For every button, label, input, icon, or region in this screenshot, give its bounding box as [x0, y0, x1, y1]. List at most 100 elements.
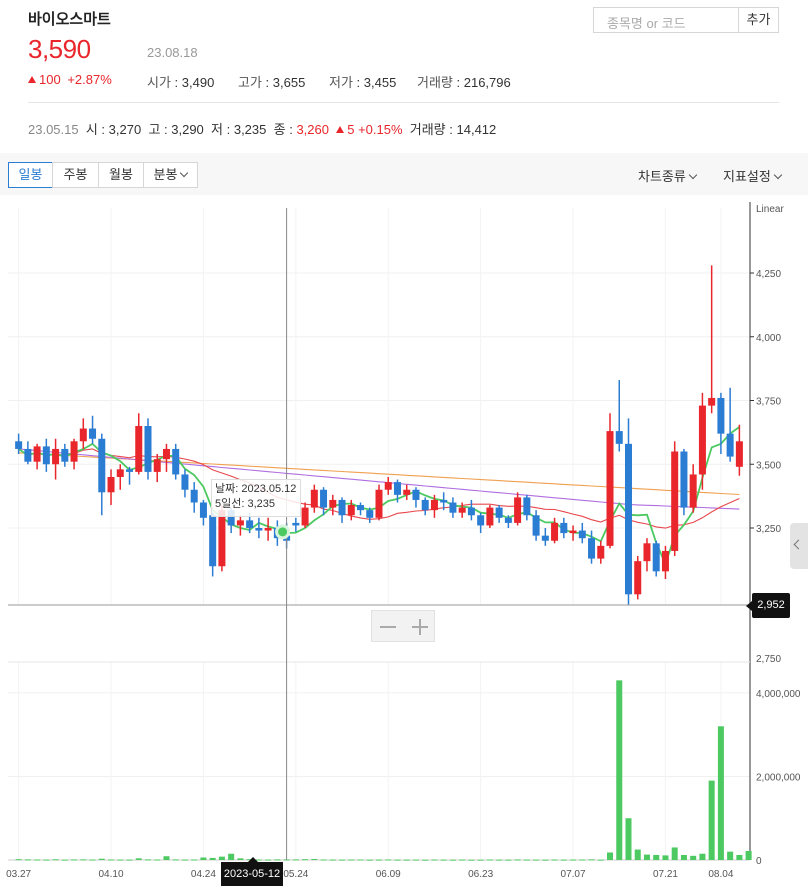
chevron-down-icon [180, 168, 189, 178]
candle-body [70, 441, 78, 462]
zoom-control [371, 610, 435, 642]
last-price-badge: 2,952 [752, 593, 790, 618]
volume-bar [588, 859, 595, 861]
search-input[interactable]: 종목명 or 코드 [593, 7, 739, 33]
volume-bar [237, 858, 244, 860]
price-tick-label: 4,250 [756, 269, 781, 280]
price-tick-label: 3,500 [756, 460, 781, 471]
low-stat: 저가 : 3,455 [329, 75, 397, 90]
candle-body [532, 515, 540, 536]
date-tick-label: 06.23 [468, 869, 493, 880]
stock-chart[interactable]: Linear 4,250 4,000 3,750 3,500 3,250 2,750 4,00… [0, 195, 808, 895]
tab-daily[interactable]: 일봉 [8, 162, 53, 188]
candle-body [412, 489, 420, 500]
candle-body [79, 428, 87, 442]
price-tick-label: 2,750 [756, 654, 781, 665]
change-amount: 100 [39, 72, 61, 87]
tab-monthly[interactable]: 월봉 [98, 162, 144, 188]
prev-change-percent: +0.15% [358, 122, 403, 137]
volume-bar [98, 858, 105, 860]
candle-body [52, 448, 60, 465]
side-panel-toggle[interactable] [790, 523, 808, 569]
candle-body [717, 397, 725, 434]
candle-body [652, 543, 660, 572]
candle-body [375, 489, 383, 518]
volume-bar [699, 853, 706, 860]
volume-bar [579, 859, 586, 861]
zoom-in-icon [419, 619, 421, 635]
volume-bar [671, 847, 678, 860]
candle-body [523, 497, 531, 516]
candle-body [634, 561, 642, 595]
candle-body [689, 474, 697, 508]
candle-body [671, 451, 679, 551]
volume-bar [662, 855, 669, 860]
candle-body [514, 497, 522, 523]
low-label: 저가 [329, 75, 353, 90]
chart-type-menu[interactable]: 차트종류 [638, 166, 698, 185]
previous-candle-info: 23.05.15 시 : 3,270 고 : 3,290 저 : 3,235 종… [28, 122, 497, 137]
volume-bar [172, 859, 179, 861]
candle-body [430, 499, 438, 511]
date-tick-label: 07.21 [653, 869, 678, 880]
high-label: 고가 [238, 75, 262, 90]
volume-bar [496, 859, 503, 861]
volume-bar [431, 859, 438, 861]
candle-body [606, 431, 614, 546]
candle-body [320, 489, 328, 508]
add-button[interactable]: 추가 [738, 7, 779, 33]
volume-bar [653, 854, 660, 860]
candle-body [357, 505, 365, 511]
prev-change: 5 +0.15% [336, 122, 403, 137]
volume-bar [265, 859, 272, 861]
price-tick-label: 3,250 [756, 524, 781, 535]
volume-bar [570, 859, 577, 861]
volume-bar [634, 849, 641, 860]
candle-body [199, 502, 207, 518]
price-tick-label: 3,750 [756, 397, 781, 408]
volume-bar [163, 856, 170, 860]
volume-bar [209, 857, 216, 860]
volume-bar [43, 859, 50, 861]
candle-body [569, 530, 577, 534]
date-tick-label: 04.10 [99, 869, 124, 880]
volume-bar [366, 859, 373, 861]
candle-body [393, 482, 401, 495]
volume-bar [348, 859, 355, 861]
candle-body [588, 538, 596, 559]
up-triangle-icon [336, 126, 345, 133]
volume-bar [376, 859, 382, 861]
volume-bar [533, 859, 540, 861]
candle-body [264, 528, 272, 531]
low-value: 3,455 [363, 75, 397, 90]
volume-bar [292, 859, 299, 861]
crosshair-point [275, 524, 291, 540]
candle-body [301, 507, 309, 526]
volume-bar [24, 859, 31, 861]
zoom-out-button[interactable] [380, 626, 396, 628]
volume-bar [52, 859, 59, 861]
tab-weekly[interactable]: 주봉 [52, 162, 99, 188]
volume-bar [680, 854, 687, 860]
prev-low-label: 저 [211, 122, 223, 137]
tab-minute[interactable]: 분봉 [143, 162, 198, 188]
volume-bar [412, 859, 419, 861]
volume-bar [523, 859, 530, 861]
date-tick-label: 06.09 [376, 869, 401, 880]
volume-bar [727, 851, 734, 860]
price-change: 100 +2.87% [28, 72, 112, 87]
volume-bar [616, 680, 623, 860]
candle-body [236, 520, 244, 526]
volume-bar [15, 859, 22, 861]
indicator-label: 지표설정 [723, 169, 771, 184]
date-tick-label: 05.24 [283, 869, 308, 880]
tooltip-date: 날짜: 2023.05.12 [215, 483, 297, 495]
volume-bar [108, 859, 115, 861]
candle-body [578, 530, 586, 539]
volume-bar [302, 859, 309, 861]
candle-body [403, 489, 411, 495]
volume-bar [274, 859, 281, 861]
candle-body [680, 451, 688, 508]
indicator-menu[interactable]: 지표설정 [723, 166, 783, 185]
volume-bar [607, 852, 614, 860]
